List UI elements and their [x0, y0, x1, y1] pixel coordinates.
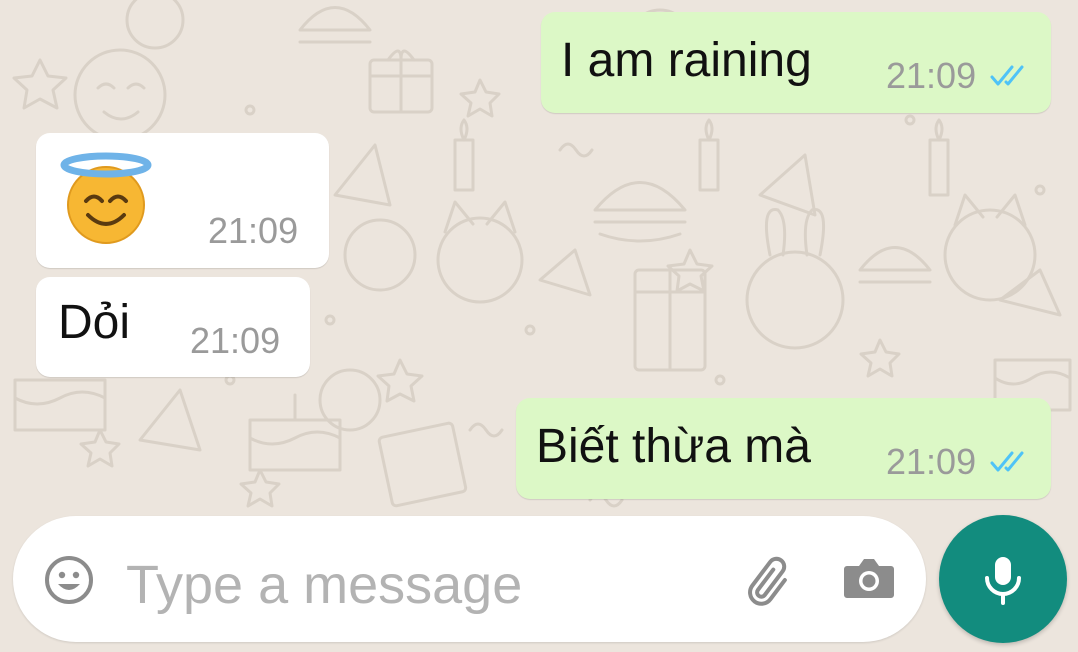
smiley-icon[interactable] — [43, 554, 95, 606]
message-bubble-incoming[interactable]: 21:09 — [36, 133, 329, 268]
smiling-face-with-halo-icon — [58, 151, 154, 247]
paperclip-icon[interactable] — [741, 552, 801, 612]
message-input[interactable]: Type a message — [126, 558, 522, 612]
message-timestamp: 21:09 — [886, 441, 977, 482]
voice-message-button[interactable] — [939, 515, 1067, 643]
message-text: I am raining — [561, 34, 812, 87]
message-composer: Type a message — [13, 516, 926, 642]
double-check-icon — [990, 451, 1024, 472]
message-text: Biết thừa mà — [536, 420, 811, 473]
message-bubble-incoming[interactable]: Dỏi 21:09 — [36, 277, 310, 377]
camera-icon[interactable] — [841, 550, 897, 606]
message-bubble-outgoing[interactable]: Biết thừa mà 21:09 — [516, 398, 1051, 499]
message-text: Dỏi — [58, 296, 131, 349]
microphone-icon — [985, 557, 1021, 605]
message-timestamp: 21:09 — [208, 210, 299, 251]
message-timestamp: 21:09 — [190, 320, 281, 361]
message-bubble-outgoing[interactable]: I am raining 21:09 — [541, 12, 1051, 113]
message-timestamp: 21:09 — [886, 55, 977, 96]
double-check-icon — [990, 65, 1024, 86]
